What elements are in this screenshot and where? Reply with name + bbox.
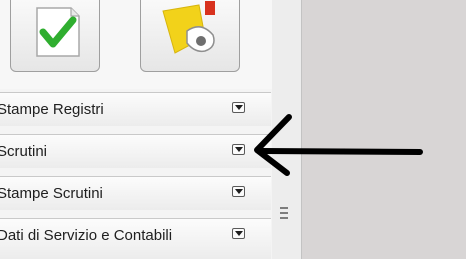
chevron-down-icon[interactable]: [232, 228, 245, 239]
chevron-down-icon[interactable]: [232, 102, 245, 113]
chevron-down-icon[interactable]: [232, 186, 245, 197]
section-label: Stampe Scrutini: [0, 185, 103, 202]
section-stampe-registri[interactable]: Stampe Registri: [0, 92, 271, 126]
app-window: Stampe Registri Scrutini Stampe Scrutini…: [0, 0, 466, 259]
shortcut-tile-whistle[interactable]: [140, 0, 240, 72]
section-label: Stampe Registri: [0, 101, 104, 118]
grip-icon: [280, 206, 288, 227]
section-dati-servizio[interactable]: Dati di Servizio e Contabili: [0, 218, 271, 259]
section-label: Scrutini: [0, 143, 48, 160]
chevron-down-icon[interactable]: [232, 144, 245, 155]
sidebar-panel: Stampe Registri Scrutini Stampe Scrutini…: [0, 0, 273, 259]
checkmark-document-icon: [33, 6, 83, 63]
shortcut-tile-check[interactable]: [10, 0, 100, 72]
shortcut-toolbar: [0, 0, 272, 89]
section-scrutini[interactable]: Scrutini: [0, 134, 271, 168]
whistle-icon: [161, 1, 221, 66]
section-label: Dati di Servizio e Contabili: [0, 227, 173, 244]
pane-splitter[interactable]: [272, 0, 302, 259]
content-pane: [302, 0, 466, 259]
section-stampe-scrutini[interactable]: Stampe Scrutini: [0, 176, 271, 210]
